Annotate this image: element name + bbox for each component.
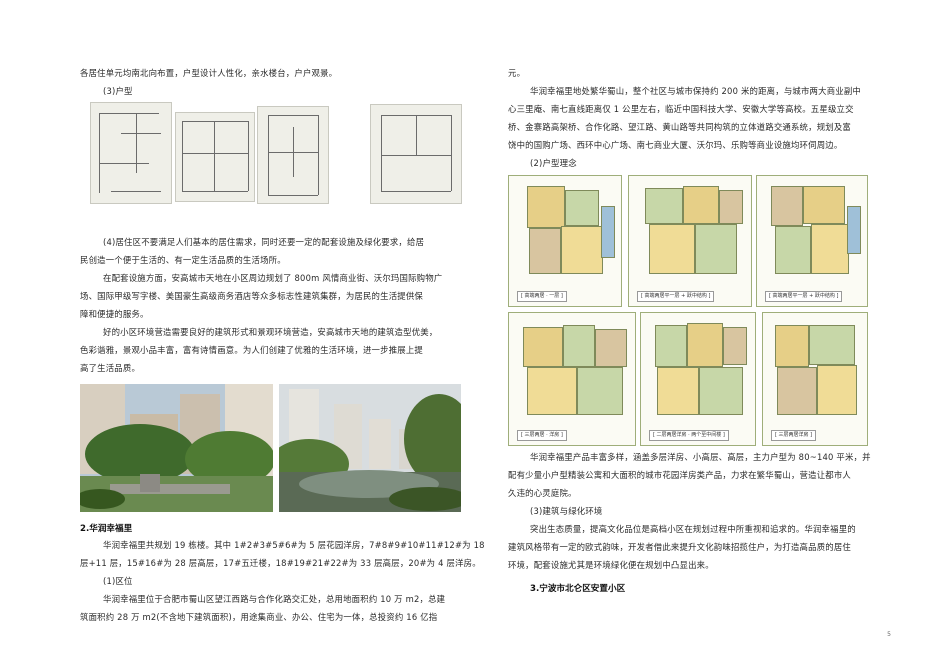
heading-ningbo: 3.宁波市北仑区安置小区 bbox=[530, 584, 626, 594]
colored-floor-plan-5: [ 二层两居洋房 · 两个至中间楼 ] bbox=[640, 312, 756, 446]
colored-floor-plan-2: [ 高端两居平一层 + 跃中结构 ] bbox=[628, 175, 752, 307]
floor-plan-image-1 bbox=[90, 102, 172, 204]
text-line: 配有少量小户型精装公寓和大面积的城市花园洋房类产品，力求在繁华蜀山，营造让都市人 bbox=[508, 470, 851, 480]
subheading-huxing: (3)户型 bbox=[103, 86, 133, 96]
plan-caption: [ 高端两居平一层 + 跃中结构 ] bbox=[637, 291, 715, 302]
text-line: 民创造一个便于生活的、有一定生活品质的生活场所。 bbox=[80, 255, 286, 265]
plan-caption: [ 三层两居洋房 ] bbox=[771, 430, 817, 441]
residential-pond-photo bbox=[279, 384, 461, 512]
page-number: 5 bbox=[887, 631, 891, 638]
subheading-architecture: (3)建筑与绿化环境 bbox=[530, 506, 603, 516]
subheading-location: (1)区位 bbox=[103, 576, 133, 586]
text-line: 场、国际甲级写字楼、美国豪生高级商务酒店等众多标志性建筑集群，为居民的生活提供保 bbox=[80, 291, 423, 301]
text-line: 环境，配套设施尤其是环境绿化便在规划中凸显出来。 bbox=[508, 560, 714, 570]
paragraph-layout: 各居住单元均南北向布置，户型设计人性化，亲水楼台，户户观景。 bbox=[80, 68, 338, 78]
text-line: 心三里庵、南七直线距离仅 1 公里左右，临近中国科技大学、安徽大学等高校。五星级… bbox=[508, 104, 854, 114]
residential-garden-photo bbox=[80, 384, 273, 512]
text-line: 在配套设施方面，安高城市天地在小区周边规划了 800m 风情商业街、沃尔玛国际购… bbox=[103, 273, 443, 283]
text-line: 华润幸福里产品丰富多样，涵盖多层洋房、小高层、高层，主力户型为 80~140 平… bbox=[530, 452, 871, 462]
plan-caption: [ 三层两居 · 洋房 ] bbox=[517, 430, 567, 441]
text-line: 色彩谐雅，景观小品丰富，富有诗情画意。为人们创建了优雅的生活环境，进一步推展上提 bbox=[80, 345, 423, 355]
text-continued: 元。 bbox=[508, 68, 526, 78]
plan-caption: [ 二层两居洋房 · 两个至中间楼 ] bbox=[649, 430, 729, 441]
text-line: 筑面积约 28 万 m2(不含地下建筑面积)，用途集商业、办公、住宅为一体，总投… bbox=[80, 612, 438, 622]
plan-caption: [ 高端两居平一层 + 跃中结构 ] bbox=[765, 291, 843, 302]
subheading-concept: (2)户型理念 bbox=[530, 158, 577, 168]
text-line: 桥、金寨路高架桥、合作化路、望江路、黄山路等共同构筑的立体道路交通系统，规划及富 bbox=[508, 122, 851, 132]
text-line: 层+11 层，15#16#为 28 层高层，17#五迁楼，18#19#21#22… bbox=[80, 558, 481, 568]
text-line: 突出生态质量，提高文化品位是高档小区在规划过程中所重视和追求的。华润幸福里的 bbox=[530, 524, 856, 534]
colored-floor-plan-6: [ 三层两居洋房 ] bbox=[762, 312, 868, 446]
text-line: 障和便捷的服务。 bbox=[80, 309, 149, 319]
document-page: 各居住单元均南北向布置，户型设计人性化，亲水楼台，户户观景。 (3)户型 (4)… bbox=[0, 0, 945, 669]
text-line: 建筑风格带有一定的欧式韵味，开发者借此来提升文化韵味招揽住户，为打造高品质的居住 bbox=[508, 542, 851, 552]
floor-plan-image-2 bbox=[175, 112, 255, 202]
plan-caption: [ 高端两居 · 一层 ] bbox=[517, 291, 567, 302]
heading-huarun: 2.华润幸福里 bbox=[80, 524, 133, 534]
floor-plan-image-3 bbox=[257, 106, 329, 204]
text-line: 久违的心灵庭院。 bbox=[508, 488, 577, 498]
colored-floor-plan-1: [ 高端两居 · 一层 ] bbox=[508, 175, 622, 307]
text-line: 高了生活品质。 bbox=[80, 363, 141, 373]
text-line: 饶中的国购广场、西环中心广场、南七商业大厦、沃尔玛、乐购等商业设施均环伺周边。 bbox=[508, 140, 843, 150]
floor-plan-image-4 bbox=[370, 104, 462, 204]
text-line: 好的小区环境营造需要良好的建筑形式和景观环境营造，安高城市天地的建筑造型优美， bbox=[103, 327, 438, 337]
colored-floor-plan-3: [ 高端两居平一层 + 跃中结构 ] bbox=[756, 175, 868, 307]
text-line: (4)居住区不要满足人们基本的居住需求，同时还要一定的配套设施及绿化要求，给居 bbox=[103, 237, 425, 247]
text-line: 华润幸福里共规划 19 栋楼。其中 1#2#3#5#6#为 5 层花园洋房，7#… bbox=[103, 540, 485, 550]
colored-floor-plan-4: [ 三层两居 · 洋房 ] bbox=[508, 312, 636, 446]
text-line: 华润幸福里地处繁华蜀山，整个社区与城市保持约 200 米的距离，与城市两大商业副… bbox=[530, 86, 862, 96]
text-line: 华润幸福里位于合肥市蜀山区望江西路与合作化路交汇处，总用地面积约 10 万 m2… bbox=[103, 594, 446, 604]
